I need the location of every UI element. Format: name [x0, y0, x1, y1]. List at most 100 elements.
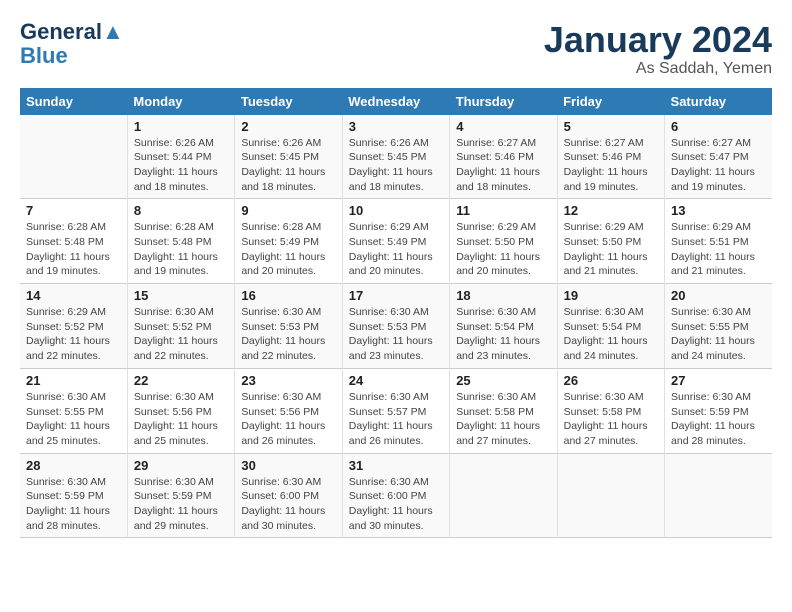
day-info: Sunrise: 6:27 AM Sunset: 5:46 PM Dayligh…	[564, 136, 658, 195]
day-info: Sunrise: 6:30 AM Sunset: 5:59 PM Dayligh…	[134, 475, 228, 534]
day-info: Sunrise: 6:27 AM Sunset: 5:47 PM Dayligh…	[671, 136, 766, 195]
day-number: 26	[564, 373, 658, 388]
day-info: Sunrise: 6:30 AM Sunset: 5:58 PM Dayligh…	[564, 390, 658, 449]
day-info: Sunrise: 6:30 AM Sunset: 6:00 PM Dayligh…	[349, 475, 443, 534]
calendar-cell: 13 Sunrise: 6:29 AM Sunset: 5:51 PM Dayli…	[665, 199, 772, 284]
calendar-cell: 17Sunrise: 6:30 AM Sunset: 5:53 PM Dayli…	[342, 284, 449, 369]
day-info: Sunrise: 6:28 AM Sunset: 5:49 PM Dayligh…	[241, 220, 335, 279]
calendar-header-row: SundayMondayTuesdayWednesdayThursdayFrid…	[20, 88, 772, 115]
calendar-cell: 8 Sunrise: 6:28 AM Sunset: 5:48 PM Daylig…	[127, 199, 234, 284]
header-friday: Friday	[557, 88, 664, 115]
calendar-cell: 29 Sunrise: 6:30 AM Sunset: 5:59 PM Dayli…	[127, 453, 234, 538]
calendar-cell: 26 Sunrise: 6:30 AM Sunset: 5:58 PM Dayli…	[557, 368, 664, 453]
day-number: 25	[456, 373, 550, 388]
day-number: 13	[671, 203, 766, 218]
calendar-cell: 24 Sunrise: 6:30 AM Sunset: 5:57 PM Dayli…	[342, 368, 449, 453]
day-number: 14	[26, 288, 121, 303]
calendar-cell: 23 Sunrise: 6:30 AM Sunset: 5:56 PM Dayli…	[235, 368, 342, 453]
day-info: Sunrise: 6:30 AM Sunset: 5:52 PM Dayligh…	[134, 305, 228, 364]
header-monday: Monday	[127, 88, 234, 115]
calendar-cell	[450, 453, 557, 538]
day-number: 24	[349, 373, 443, 388]
day-number: 31	[349, 458, 443, 473]
calendar-cell: 4 Sunrise: 6:27 AM Sunset: 5:46 PM Daylig…	[450, 115, 557, 199]
day-info: Sunrise: 6:26 AM Sunset: 5:45 PM Dayligh…	[241, 136, 335, 195]
calendar-cell: 25 Sunrise: 6:30 AM Sunset: 5:58 PM Dayli…	[450, 368, 557, 453]
day-number: 6	[671, 119, 766, 134]
title-block: January 2024 As Saddah, Yemen	[544, 20, 772, 78]
logo-text: General▲ Blue	[20, 20, 124, 68]
day-number: 21	[26, 373, 121, 388]
calendar-cell: 19 Sunrise: 6:30 AM Sunset: 5:54 PM Dayli…	[557, 284, 664, 369]
header-tuesday: Tuesday	[235, 88, 342, 115]
calendar-cell: 20Sunrise: 6:30 AM Sunset: 5:55 PM Dayli…	[665, 284, 772, 369]
calendar-cell: 11 Sunrise: 6:29 AM Sunset: 5:50 PM Dayli…	[450, 199, 557, 284]
day-info: Sunrise: 6:30 AM Sunset: 5:54 PM Dayligh…	[564, 305, 658, 364]
week-row-5: 28 Sunrise: 6:30 AM Sunset: 5:59 PM Dayli…	[20, 453, 772, 538]
day-number: 2	[241, 119, 335, 134]
calendar-cell	[20, 115, 127, 199]
day-info: Sunrise: 6:30 AM Sunset: 5:58 PM Dayligh…	[456, 390, 550, 449]
header-sunday: Sunday	[20, 88, 127, 115]
day-info: Sunrise: 6:30 AM Sunset: 5:59 PM Dayligh…	[26, 475, 121, 534]
day-number: 8	[134, 203, 228, 218]
week-row-1: 1Sunrise: 6:26 AM Sunset: 5:44 PM Daylig…	[20, 115, 772, 199]
calendar-cell: 7 Sunrise: 6:28 AM Sunset: 5:48 PM Daylig…	[20, 199, 127, 284]
calendar-cell: 1Sunrise: 6:26 AM Sunset: 5:44 PM Daylig…	[127, 115, 234, 199]
day-number: 16	[241, 288, 335, 303]
location-subtitle: As Saddah, Yemen	[544, 60, 772, 78]
day-info: Sunrise: 6:28 AM Sunset: 5:48 PM Dayligh…	[26, 220, 121, 279]
day-number: 3	[349, 119, 443, 134]
day-info: Sunrise: 6:28 AM Sunset: 5:48 PM Dayligh…	[134, 220, 228, 279]
calendar-cell: 9 Sunrise: 6:28 AM Sunset: 5:49 PM Daylig…	[235, 199, 342, 284]
day-info: Sunrise: 6:30 AM Sunset: 5:57 PM Dayligh…	[349, 390, 443, 449]
calendar-cell: 14 Sunrise: 6:29 AM Sunset: 5:52 PM Dayli…	[20, 284, 127, 369]
day-number: 28	[26, 458, 121, 473]
day-info: Sunrise: 6:29 AM Sunset: 5:49 PM Dayligh…	[349, 220, 443, 279]
week-row-2: 7 Sunrise: 6:28 AM Sunset: 5:48 PM Daylig…	[20, 199, 772, 284]
day-number: 19	[564, 288, 658, 303]
day-number: 23	[241, 373, 335, 388]
calendar-table: SundayMondayTuesdayWednesdayThursdayFrid…	[20, 88, 772, 539]
day-info: Sunrise: 6:30 AM Sunset: 5:59 PM Dayligh…	[671, 390, 766, 449]
day-info: Sunrise: 6:30 AM Sunset: 5:53 PM Dayligh…	[349, 305, 443, 364]
day-info: Sunrise: 6:30 AM Sunset: 5:54 PM Dayligh…	[456, 305, 550, 364]
day-info: Sunrise: 6:30 AM Sunset: 5:56 PM Dayligh…	[241, 390, 335, 449]
header-wednesday: Wednesday	[342, 88, 449, 115]
day-number: 11	[456, 203, 550, 218]
day-info: Sunrise: 6:29 AM Sunset: 5:50 PM Dayligh…	[564, 220, 658, 279]
day-number: 15	[134, 288, 228, 303]
calendar-cell: 30Sunrise: 6:30 AM Sunset: 6:00 PM Dayli…	[235, 453, 342, 538]
page-header: General▲ Blue January 2024 As Saddah, Ye…	[20, 20, 772, 78]
day-info: Sunrise: 6:26 AM Sunset: 5:44 PM Dayligh…	[134, 136, 228, 195]
day-info: Sunrise: 6:29 AM Sunset: 5:50 PM Dayligh…	[456, 220, 550, 279]
day-number: 9	[241, 203, 335, 218]
calendar-cell	[665, 453, 772, 538]
header-saturday: Saturday	[665, 88, 772, 115]
day-info: Sunrise: 6:30 AM Sunset: 5:56 PM Dayligh…	[134, 390, 228, 449]
day-number: 22	[134, 373, 228, 388]
day-info: Sunrise: 6:30 AM Sunset: 5:55 PM Dayligh…	[26, 390, 121, 449]
day-number: 7	[26, 203, 121, 218]
day-info: Sunrise: 6:29 AM Sunset: 5:51 PM Dayligh…	[671, 220, 766, 279]
calendar-cell: 15 Sunrise: 6:30 AM Sunset: 5:52 PM Dayli…	[127, 284, 234, 369]
day-number: 12	[564, 203, 658, 218]
calendar-cell: 28 Sunrise: 6:30 AM Sunset: 5:59 PM Dayli…	[20, 453, 127, 538]
calendar-cell: 3Sunrise: 6:26 AM Sunset: 5:45 PM Daylig…	[342, 115, 449, 199]
day-info: Sunrise: 6:30 AM Sunset: 6:00 PM Dayligh…	[241, 475, 335, 534]
calendar-cell	[557, 453, 664, 538]
day-number: 27	[671, 373, 766, 388]
calendar-cell: 5Sunrise: 6:27 AM Sunset: 5:46 PM Daylig…	[557, 115, 664, 199]
calendar-cell: 16 Sunrise: 6:30 AM Sunset: 5:53 PM Dayli…	[235, 284, 342, 369]
day-number: 4	[456, 119, 550, 134]
week-row-4: 21 Sunrise: 6:30 AM Sunset: 5:55 PM Dayli…	[20, 368, 772, 453]
calendar-cell: 6 Sunrise: 6:27 AM Sunset: 5:47 PM Daylig…	[665, 115, 772, 199]
day-info: Sunrise: 6:27 AM Sunset: 5:46 PM Dayligh…	[456, 136, 550, 195]
day-info: Sunrise: 6:30 AM Sunset: 5:53 PM Dayligh…	[241, 305, 335, 364]
calendar-cell: 18Sunrise: 6:30 AM Sunset: 5:54 PM Dayli…	[450, 284, 557, 369]
month-title: January 2024	[544, 20, 772, 60]
day-number: 29	[134, 458, 228, 473]
day-info: Sunrise: 6:29 AM Sunset: 5:52 PM Dayligh…	[26, 305, 121, 364]
calendar-cell: 22 Sunrise: 6:30 AM Sunset: 5:56 PM Dayli…	[127, 368, 234, 453]
day-number: 20	[671, 288, 766, 303]
